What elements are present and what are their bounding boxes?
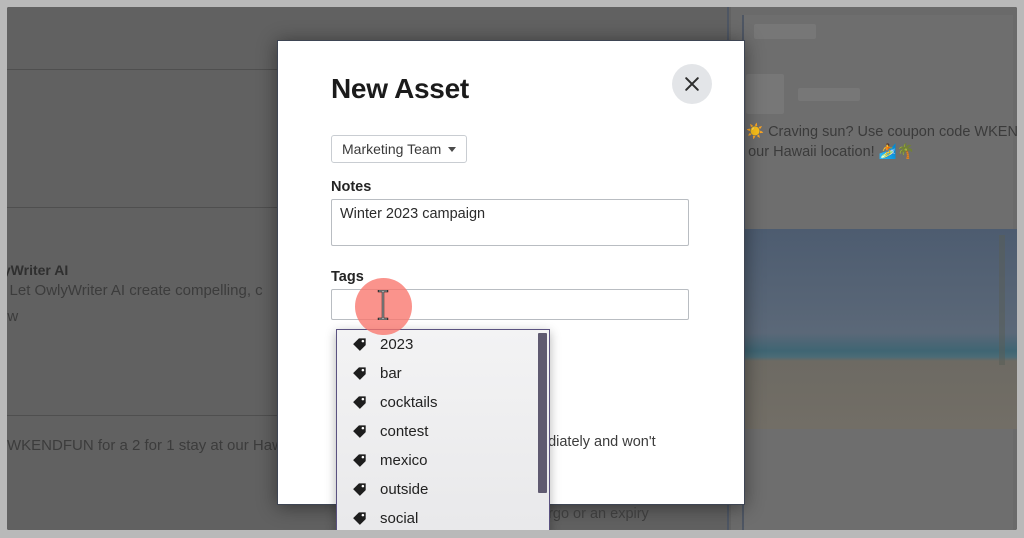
background-post-line-2: at our Hawaii location! 🏄🌴 bbox=[732, 144, 915, 160]
tag-option-label: contest bbox=[380, 423, 429, 440]
background-post-photo bbox=[744, 229, 1017, 429]
background-post-card: ☀️ Craving sun? Use coupon code WKEN at … bbox=[732, 15, 1017, 530]
chevron-down-icon bbox=[448, 146, 457, 152]
tag-option-label: social bbox=[380, 510, 419, 527]
list-item[interactable]: cocktails bbox=[337, 388, 549, 417]
background-right-column: ☀️ Craving sun? Use coupon code WKEN at … bbox=[731, 7, 1017, 530]
background-body-line-2: ow bbox=[7, 308, 19, 325]
close-icon bbox=[684, 76, 700, 92]
background-body-line-1: ? Let OwlyWriter AI create compelling, c bbox=[7, 282, 263, 299]
tag-icon bbox=[352, 511, 367, 526]
page-title: New Asset bbox=[331, 73, 469, 104]
tag-icon bbox=[352, 395, 367, 410]
background-photo-palm bbox=[999, 235, 1005, 365]
list-item[interactable]: 2023 bbox=[337, 330, 549, 359]
background-heading: lyWriter AI bbox=[7, 262, 69, 278]
list-item[interactable]: outside bbox=[337, 475, 549, 504]
skeleton-bar bbox=[798, 88, 860, 101]
dropdown-scrollbar[interactable] bbox=[538, 333, 547, 493]
list-item[interactable]: contest bbox=[337, 417, 549, 446]
list-item[interactable]: bar bbox=[337, 359, 549, 388]
tag-option-label: outside bbox=[380, 481, 429, 498]
notes-input[interactable] bbox=[331, 199, 689, 246]
close-button[interactable] bbox=[672, 64, 712, 104]
text-cursor-icon bbox=[376, 290, 390, 320]
background-body-line-3: WKENDFUN for a 2 for 1 stay at our Haw bbox=[7, 437, 283, 454]
tag-option-label: mexico bbox=[380, 452, 428, 469]
tag-icon bbox=[352, 482, 367, 497]
tag-option-label: bar bbox=[380, 365, 402, 382]
tags-label: Tags bbox=[331, 269, 364, 285]
skeleton-bar bbox=[754, 24, 816, 39]
tag-icon bbox=[352, 366, 367, 381]
window-frame: lyWriter AI ? Let OwlyWriter AI create c… bbox=[0, 0, 1024, 538]
tag-suggestions-dropdown[interactable]: 2023 bar cocktails contest mexico outsid… bbox=[336, 329, 550, 530]
tag-icon bbox=[352, 337, 367, 352]
team-select-label: Marketing Team bbox=[342, 141, 442, 157]
modal-body-line-2: argo or an expiry bbox=[540, 506, 649, 522]
tag-option-label: 2023 bbox=[380, 336, 414, 353]
skeleton-avatar bbox=[746, 74, 784, 114]
tag-icon bbox=[352, 424, 367, 439]
list-item[interactable]: social bbox=[337, 504, 549, 530]
team-select-dropdown[interactable]: Marketing Team bbox=[331, 135, 468, 163]
list-item[interactable]: mexico bbox=[337, 446, 549, 475]
tag-option-label: cocktails bbox=[380, 394, 438, 411]
tag-icon bbox=[352, 453, 367, 468]
modal-body-line-1: ediately and won't bbox=[540, 434, 656, 450]
browser-viewport: lyWriter AI ? Let OwlyWriter AI create c… bbox=[7, 7, 1017, 530]
background-post-line-1: ☀️ Craving sun? Use coupon code WKEN bbox=[746, 124, 1017, 140]
notes-label: Notes bbox=[331, 179, 372, 195]
